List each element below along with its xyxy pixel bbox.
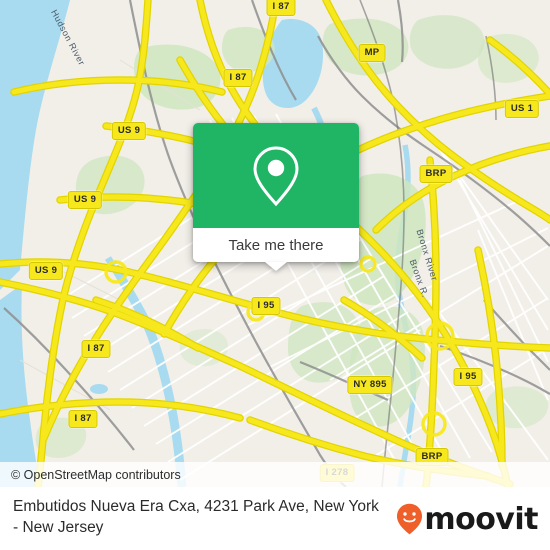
moovit-logo[interactable]: moovit <box>396 503 538 535</box>
place-name-line-1: Embutidos Nueva Era Cxa, 4231 Park Ave, … <box>13 498 379 515</box>
attribution-text: © OpenStreetMap contributors <box>11 467 181 482</box>
road-shield: I 95 <box>251 297 281 315</box>
road-shield: US 1 <box>504 100 540 118</box>
take-me-there-card[interactable]: Take me there <box>193 123 359 271</box>
footer-bar: Embutidos Nueva Era Cxa, 4231 Park Ave, … <box>0 487 550 550</box>
place-name: Embutidos Nueva Era Cxa, 4231 Park Ave, … <box>13 496 413 538</box>
road-shield: I 87 <box>68 410 98 428</box>
place-name-line-2: - New Jersey <box>13 519 104 536</box>
take-me-there-label: Take me there <box>228 236 324 254</box>
moovit-wordmark: moovit <box>424 502 538 537</box>
road-shield: I 87 <box>266 0 296 16</box>
road-shield: MP <box>358 44 386 62</box>
road-shield: I 87 <box>81 340 111 358</box>
map-pin-icon <box>253 145 299 206</box>
road-shield: I 95 <box>453 368 483 386</box>
card-header <box>193 123 359 228</box>
road-shield: I 87 <box>223 69 253 87</box>
road-shield: US 9 <box>111 122 147 140</box>
moovit-pin-icon <box>397 503 423 535</box>
moovit-map-share-card: I 87 MP I 87 US 1 US 9 BRP US 9 US 9 I 95 I 87 NY … <box>0 0 550 550</box>
card-inner: Take me there <box>193 123 359 262</box>
road-shield: NY 895 <box>347 376 393 394</box>
map-attribution: © OpenStreetMap contributors <box>0 462 550 487</box>
take-me-there-button[interactable]: Take me there <box>193 228 359 262</box>
road-shield: BRP <box>419 165 453 183</box>
card-pointer <box>265 262 287 271</box>
road-shield: US 9 <box>67 191 103 209</box>
road-shield: US 9 <box>28 262 64 280</box>
